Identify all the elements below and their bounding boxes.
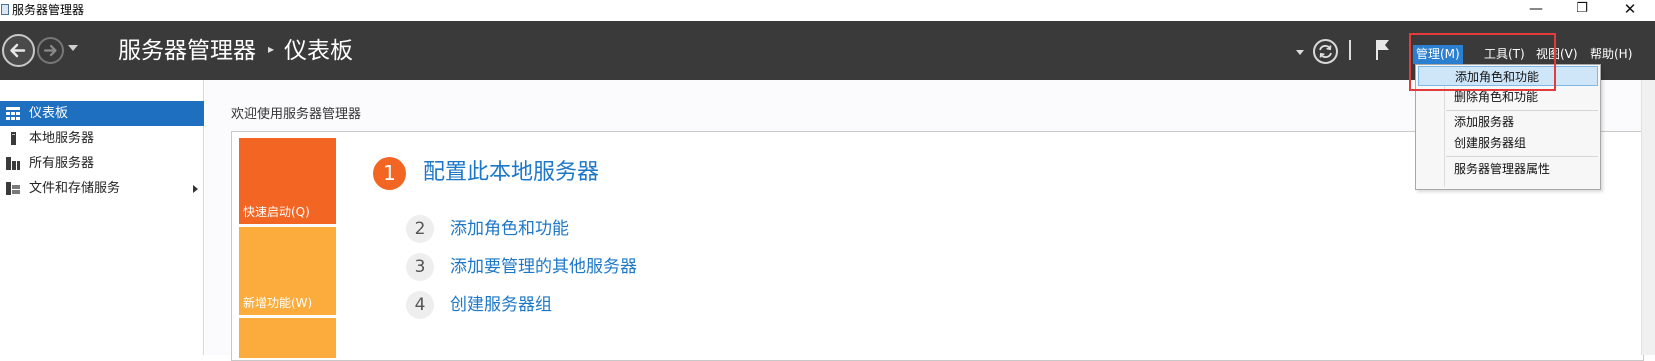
welcome-heading: 欢迎使用服务器管理器 [231,107,362,122]
sidebar-item-label: 仪表板 [29,106,69,121]
breadcrumb-separator-icon: ▸ [268,41,275,56]
app-icon [1,4,9,15]
vertical-scrollbar[interactable] [1641,80,1655,355]
step-link-configure-local-server[interactable]: 配置此本地服务器 [423,158,599,188]
sidebar-item-all-servers[interactable]: 所有服务器 [0,151,204,176]
sidebar-item-dashboard[interactable]: 仪表板 [0,101,204,126]
window-title: 服务器管理器 [12,3,85,17]
close-button[interactable]: ✕ [1608,0,1652,20]
sidebar-item-label: 本地服务器 [29,131,95,146]
breadcrumb-current: 仪表板 [284,38,354,64]
window-titlebar: 服务器管理器 — ❐ ✕ [0,0,1655,21]
flag-icon [1376,40,1389,60]
sidebar-item-label: 文件和存储服务 [29,181,121,196]
menu-help[interactable]: 帮助(H) [1587,45,1635,64]
refresh-icon [1319,45,1332,58]
sidebar-item-local-server[interactable]: 本地服务器 [0,126,204,151]
tile-quick-start[interactable]: 快速启动(Q) [239,138,336,224]
step-link-create-group[interactable]: 创建服务器组 [450,291,552,319]
header-divider [1349,40,1351,60]
step-link-add-roles[interactable]: 添加角色和功能 [450,215,569,243]
chevron-right-icon[interactable] [193,185,198,193]
menu-item-properties[interactable]: 服务器管理器属性 [1418,159,1598,179]
dashboard-icon [6,107,20,120]
step-number-badge: 2 [406,215,434,243]
forward-button[interactable] [37,37,64,64]
annotation-highlight-box [1409,33,1556,91]
sidebar-item-label: 所有服务器 [29,156,95,171]
tile-learn-more[interactable] [239,318,336,358]
arrow-left-icon [10,43,26,58]
tile-new-features[interactable]: 新增功能(W) [239,227,336,315]
servers-icon [6,157,20,170]
restore-button[interactable]: ❐ [1560,0,1604,20]
notifications-button[interactable] [1374,38,1392,62]
file-storage-icon [6,182,20,195]
breadcrumb-root[interactable]: 服务器管理器 [118,38,256,64]
menu-item-create-server-group[interactable]: 创建服务器组 [1418,133,1598,153]
menu-item-add-servers[interactable]: 添加服务器 [1418,112,1598,132]
menu-divider [1446,110,1598,111]
server-icon [11,132,16,145]
sidebar-item-file-storage[interactable]: 文件和存储服务 [0,176,204,201]
refresh-button[interactable] [1313,39,1338,64]
tile-label: 快速启动(Q) [243,205,310,219]
history-dropdown-icon[interactable] [68,45,78,51]
chevron-down-icon[interactable] [1296,50,1304,55]
step-number-badge: 4 [406,291,434,319]
sidebar: 仪表板 本地服务器 所有服务器 文件和存储服务 [0,80,204,355]
menu-divider [1446,156,1598,157]
back-button[interactable] [2,34,35,67]
step-number-badge: 3 [406,253,434,281]
step-link-add-servers[interactable]: 添加要管理的其他服务器 [450,253,637,281]
tile-label: 新增功能(W) [243,296,313,310]
app-header: 服务器管理器 ▸ 仪表板 管理(M) 工具(T) 视图(V) 帮助(H) [0,21,1655,80]
breadcrumb: 服务器管理器 ▸ 仪表板 [118,36,353,67]
step-number-badge: 1 [373,157,406,190]
arrow-right-icon [43,44,57,57]
minimize-button[interactable]: — [1514,0,1558,20]
